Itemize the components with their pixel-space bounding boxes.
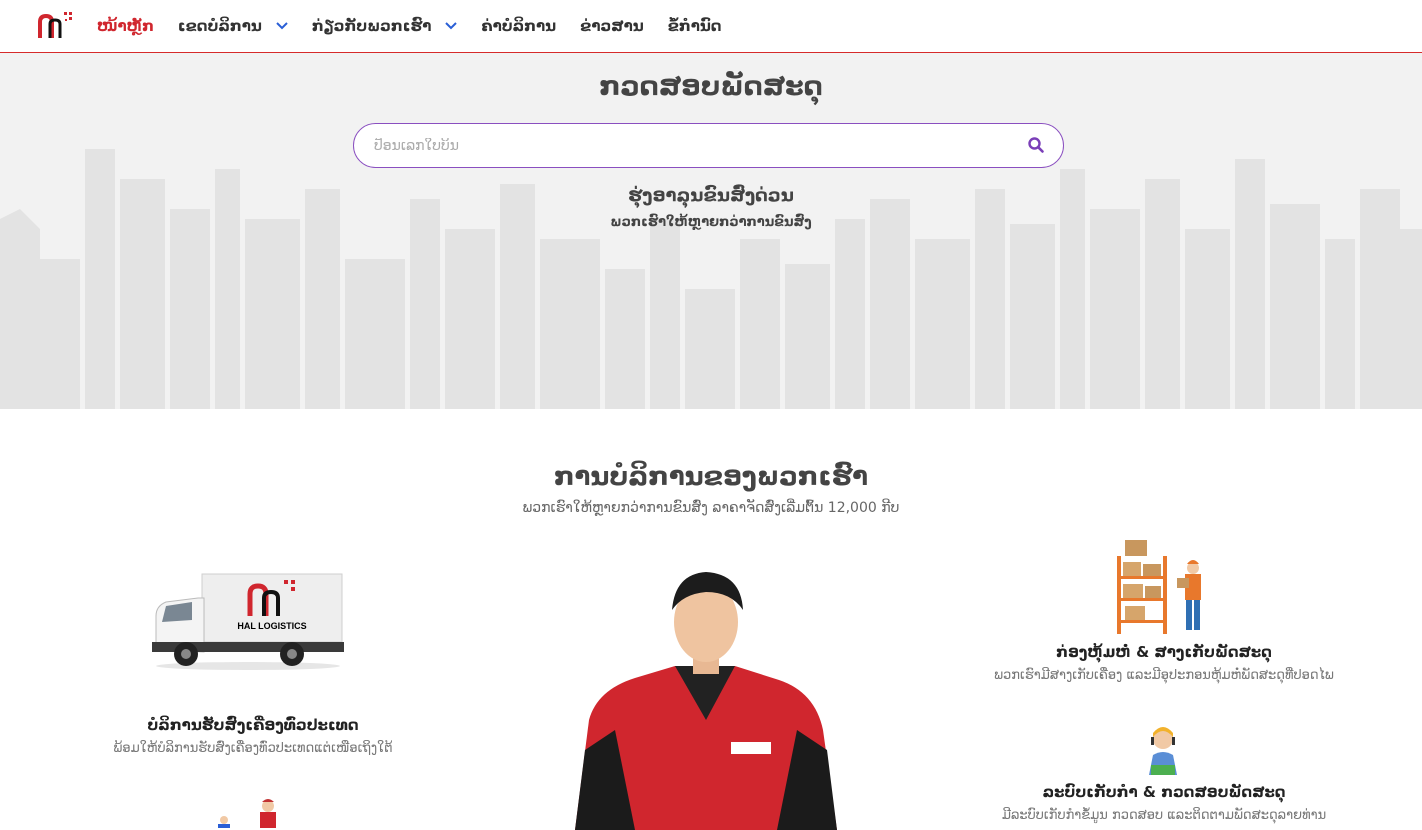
nav-terms-label: ຂໍ້ກຳນົດ	[667, 17, 722, 35]
packaging-warehouse-title: ກ່ອງຫຸ້ມຫໍ່ & ສາງເກັບພັດສະດຸ	[1056, 643, 1272, 661]
nav-terms[interactable]: ຂໍ້ກຳນົດ	[668, 17, 722, 35]
services-title: ການບໍລິການຂອງພວກເຮົາ	[554, 462, 868, 492]
tracking-title: ກວດສອບພັດສະດຸ	[599, 71, 823, 102]
tracking-search-box	[353, 123, 1064, 168]
chevron-down-icon	[445, 22, 458, 30]
nav-pricing[interactable]: ຄ່າບໍລິການ	[481, 17, 556, 35]
nav-service-area-label: ເຂດບໍລິການ	[177, 17, 262, 35]
nav-service-area[interactable]: ເຂດບໍລິການ	[178, 17, 288, 35]
services-subtitle: ພວກເຮົາໃຫ້ຫຼາຍກວ່າການຂົນສົ່ງ ລາຄາຈັດສົ່ງ…	[522, 500, 900, 516]
operator-headset-illustration	[1149, 727, 1177, 775]
tracking-system-title: ລະບົບເກັບກຳ & ກວດສອບພັດສະດຸ	[1042, 783, 1286, 801]
delivery-truck-image: HAL LOGISTICS	[152, 573, 344, 670]
tracking-hero: ກວດສອບພັດສະດຸ ຮຸ່ງອາລຸນຂົນສົ່ງດ່ວນ ພວກເຮ…	[0, 53, 1422, 409]
nav-pricing-label: ຄ່າບໍລິການ	[481, 17, 557, 35]
search-icon[interactable]	[1027, 136, 1045, 154]
nav-home-label: ໜ້າຫຼັກ	[97, 17, 154, 35]
main-menu: ໜ້າຫຼັກ ເຂດບໍລິການ ກ່ຽວກັບພວກເຮົາ ຄ່າບໍລ…	[97, 0, 745, 52]
hal-logo[interactable]	[36, 10, 74, 42]
nav-home[interactable]: ໜ້າຫຼັກ	[97, 17, 154, 35]
nav-news-label: ຂ່າວສານ	[580, 17, 644, 35]
nav-about-label: ກ່ຽວກັບພວກເຮົາ	[311, 17, 432, 35]
couriers-illustration	[218, 799, 276, 828]
packaging-warehouse-desc: ພວກເຮົາມີສາງເກັບເຄື່ອງ ແລະມີອຸປະກອນຫຸ້ມຫ…	[994, 668, 1334, 683]
nav-about[interactable]: ກ່ຽວກັບພວກເຮົາ	[312, 17, 458, 35]
waybill-search-input[interactable]	[374, 134, 1014, 158]
company-name: ຮຸ່ງອາລຸນຂົນສົ່ງດ່ວນ	[628, 185, 794, 206]
company-tagline: ພວກເຮົາໃຫ້ຫຼາຍກວ່າການຂົນສົ່ງ	[610, 215, 812, 230]
top-navbar: ໜ້າຫຼັກ ເຂດບໍລິການ ກ່ຽວກັບພວກເຮົາ ຄ່າບໍລ…	[0, 0, 1422, 53]
truck-brand-text: HAL LOGISTICS	[237, 621, 306, 631]
nationwide-delivery-title: ບໍລິການຮັບສົ່ງເຄື່ອງທົ່ວປະເທດ	[147, 716, 359, 734]
chevron-down-icon	[276, 22, 288, 30]
staff-portrait-image	[575, 572, 837, 830]
nationwide-delivery-desc: ພ້ອມໃຫ້ບໍລິການຮັບສົ່ງເຄື່ອງທົ່ວປະເທດແຕ່ເ…	[113, 741, 393, 756]
warehouse-boxes-illustration	[1117, 540, 1201, 634]
nav-news[interactable]: ຂ່າວສານ	[580, 17, 644, 35]
